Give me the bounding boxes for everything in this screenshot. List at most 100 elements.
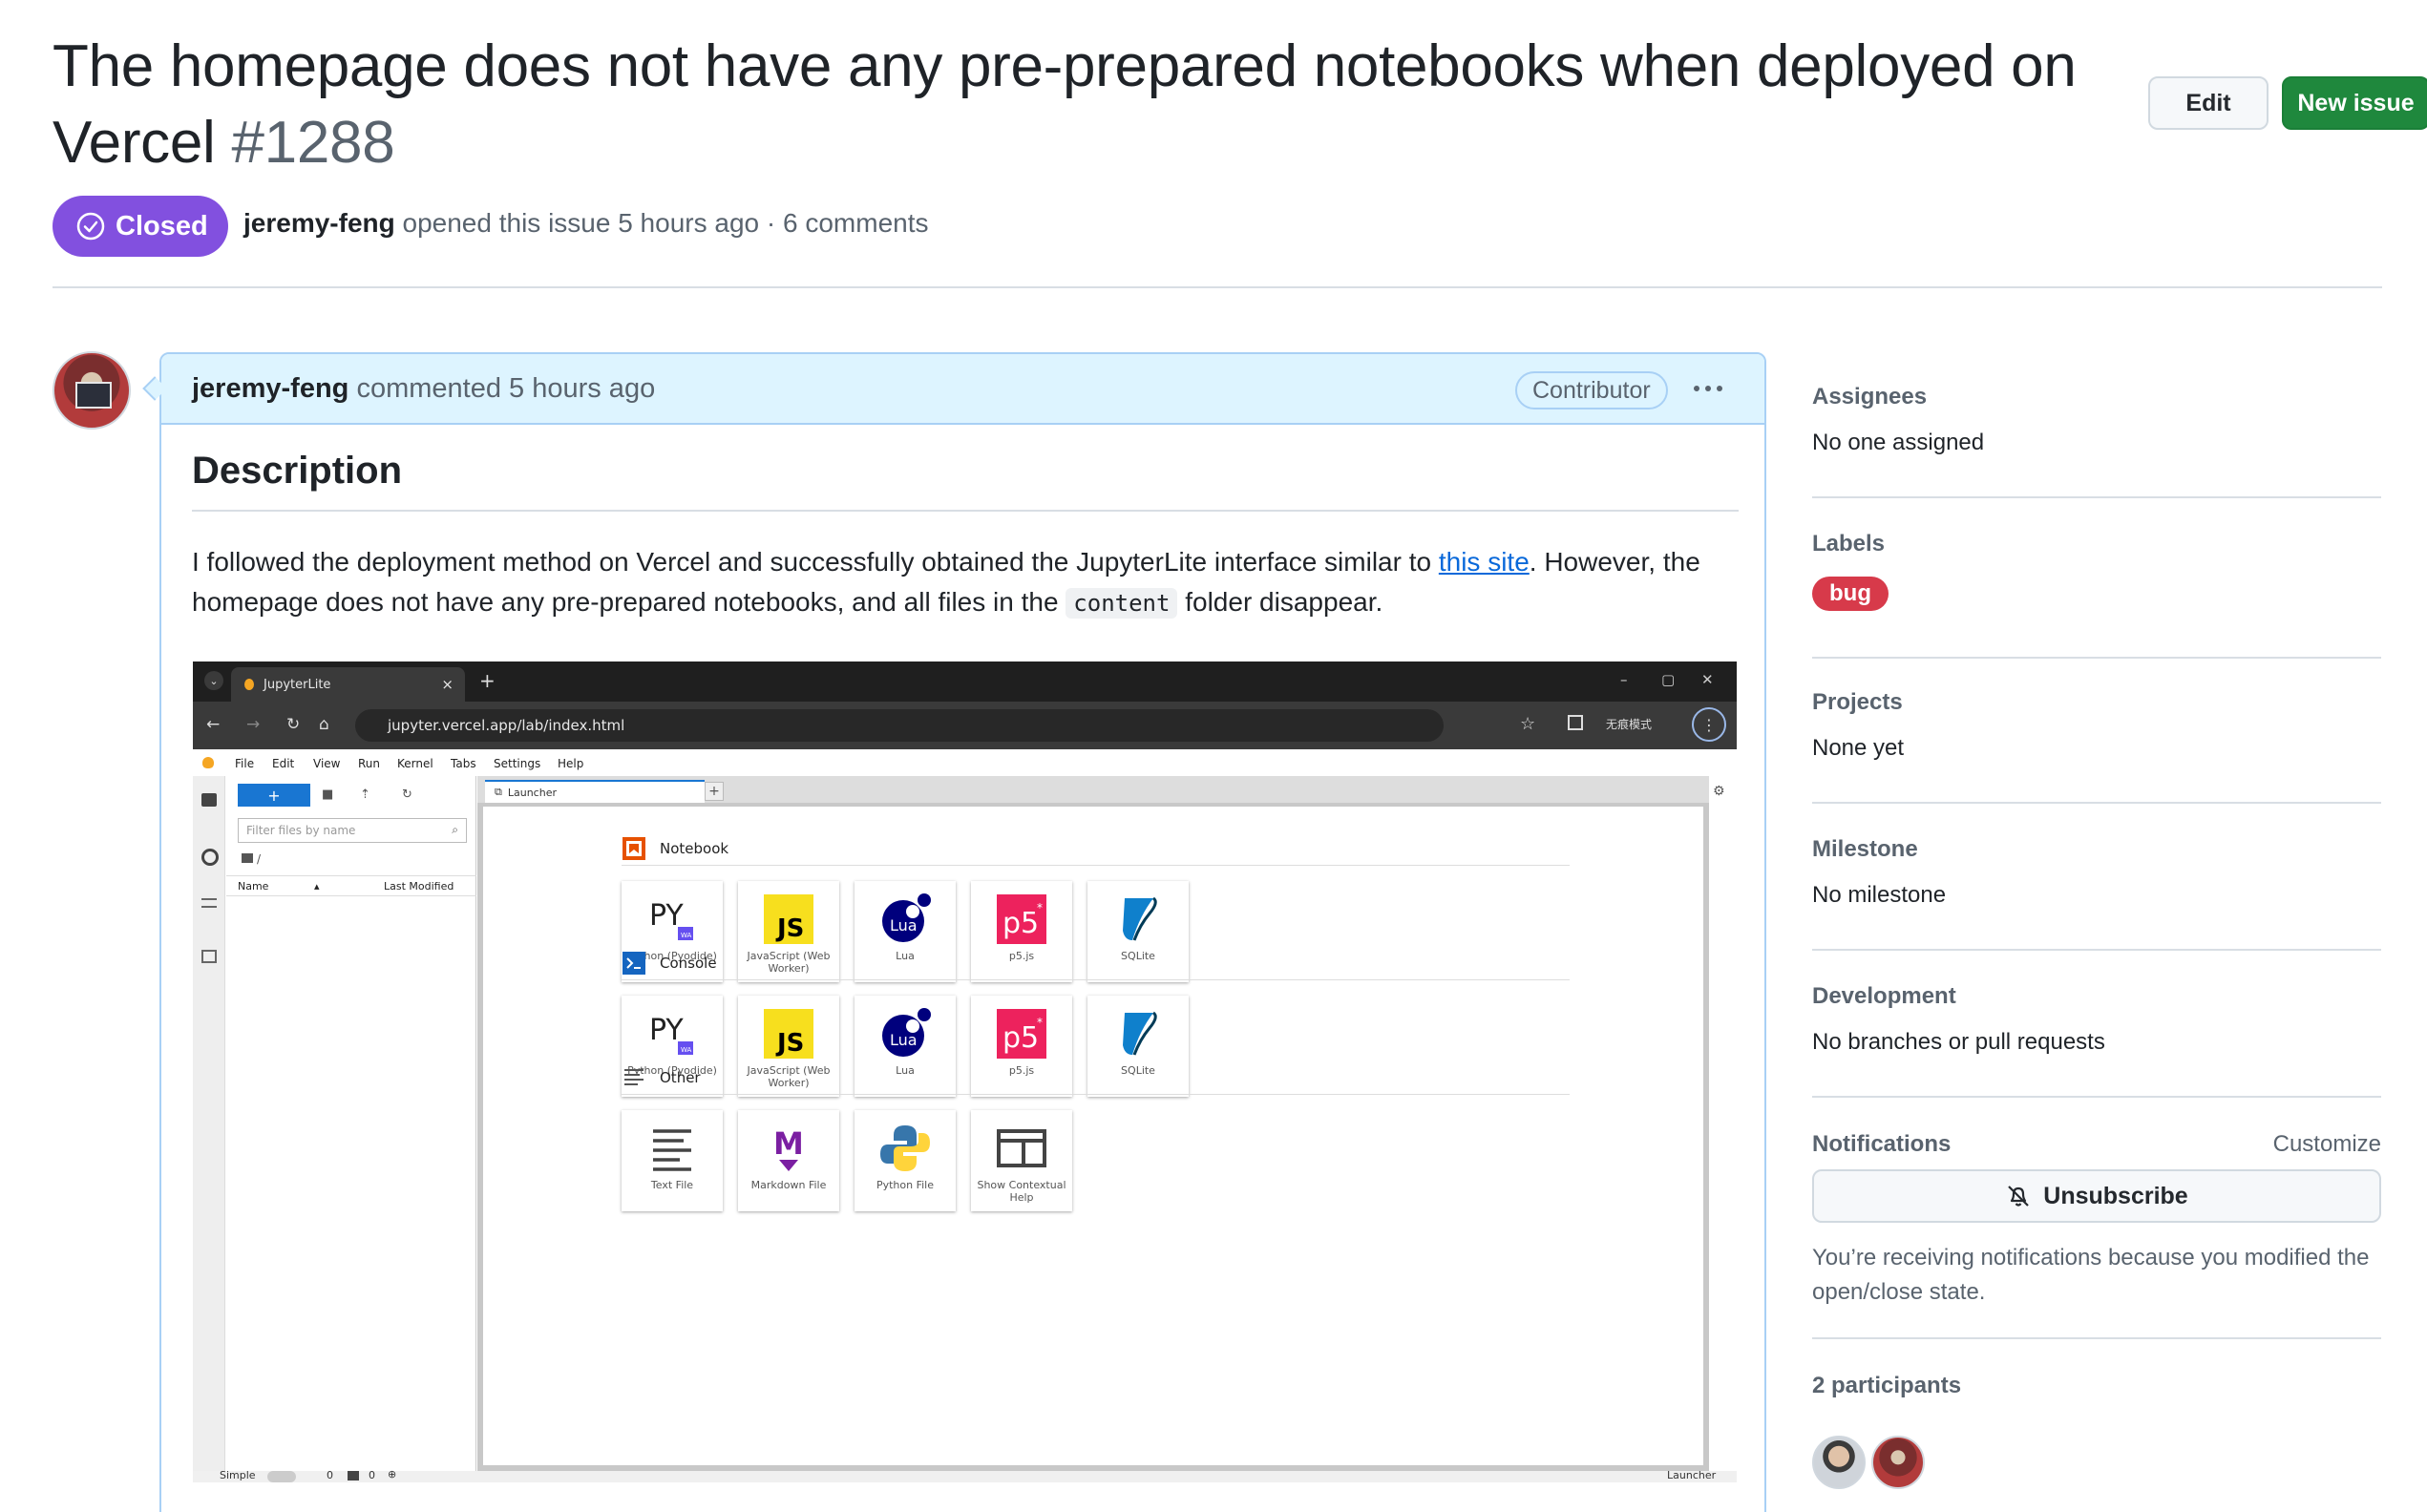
section-header: Notebook — [622, 831, 1570, 866]
launcher-section-other: Other Text File M Markdown File Python Fi… — [622, 1060, 1570, 1211]
comment-meta[interactable]: commented 5 hours ago — [356, 373, 655, 404]
launcher-card: Show Contextual Help — [971, 1110, 1072, 1211]
console-section-icon — [622, 951, 646, 976]
section-header: Other — [622, 1060, 1570, 1095]
p5js-logo-icon: p5 * — [993, 891, 1050, 948]
issue-title: The homepage does not have any pre-prepa… — [53, 29, 2105, 181]
sidebar-projects: Projects None yet — [1812, 689, 2381, 804]
customize-link[interactable]: Customize — [2273, 1131, 2381, 1158]
new-folder-icon: ■ — [322, 788, 334, 802]
comment-body: Description I followed the deployment me… — [192, 450, 1739, 623]
edit-button[interactable]: Edit — [2148, 76, 2269, 130]
notification-reason: You’re receiving notifications because y… — [1812, 1245, 2370, 1305]
comment-author-avatar[interactable] — [53, 351, 131, 430]
section-title: Console — [660, 954, 717, 972]
sqlite-logo-icon — [1109, 891, 1167, 948]
status-zero-2: 0 — [369, 1469, 375, 1481]
labels-title[interactable]: Labels — [1812, 531, 2381, 557]
svg-text:Lua: Lua — [890, 1031, 918, 1049]
issue-opened-text: opened this issue 5 hours ago — [402, 208, 760, 238]
milestone-value: No milestone — [1812, 882, 1947, 908]
jupyterlite-favicon-icon — [244, 679, 254, 690]
comment-header: jeremy-feng commented 5 hours ago Contri… — [161, 354, 1764, 425]
menu-help: Help — [558, 757, 584, 770]
folder-icon — [201, 793, 217, 807]
tab-list-chevron-icon: ⌄ — [204, 671, 223, 690]
svg-text:JS: JS — [775, 1029, 804, 1058]
sidebar-milestone: Milestone No milestone — [1812, 836, 2381, 951]
back-arrow-icon: ← — [206, 715, 221, 734]
breadcrumb-root: / — [257, 852, 262, 866]
svg-text:WA: WA — [681, 932, 692, 939]
issue-header: The homepage does not have any pre-prepa… — [53, 29, 2427, 288]
toc-icon — [201, 898, 217, 908]
status-zero-1: 0 — [327, 1469, 333, 1481]
launcher-section-console: Console PY WA Python (Pyodide) JS JavaScrip… — [622, 946, 1570, 1097]
launcher-tab-icon: ⧉ — [495, 786, 502, 798]
file-browser: + ■ ⇡ ↻ Filter files by name ⌕ / Name ▴ L… — [226, 776, 476, 1471]
jupyter-main-area: ⧉ Launcher + Notebook PY WA Python (Pyodide… — [477, 776, 1709, 1471]
svg-text:JS: JS — [775, 914, 804, 943]
url-text: jupyter.vercel.app/lab/index.html — [388, 717, 625, 734]
this-site-link[interactable]: this site — [1439, 547, 1530, 577]
projects-value: None yet — [1812, 735, 1905, 761]
url-field: jupyter.vercel.app/lab/index.html — [355, 709, 1444, 742]
sidebar-assignees: Assignees No one assigned — [1812, 384, 2381, 498]
home-icon: ⌂ — [319, 715, 329, 734]
javascript-logo-icon: JS — [760, 1005, 817, 1062]
python-file-icon — [876, 1120, 934, 1177]
check-circle-icon — [76, 212, 105, 241]
sidebar-notifications: Notifications Customize Unsubscribe You’… — [1812, 1131, 2381, 1339]
issue-meta: jeremy-feng opened this issue 5 hours ag… — [243, 208, 929, 239]
development-title[interactable]: Development — [1812, 983, 2381, 1010]
desc-text-3: folder disappear. — [1177, 587, 1383, 617]
launcher-tab: ⧉ Launcher — [485, 780, 705, 803]
svg-text:Lua: Lua — [890, 916, 918, 934]
reload-icon: ↻ — [286, 715, 301, 734]
sidebar-development: Development No branches or pull requests — [1812, 983, 2381, 1098]
participant-avatar-1[interactable] — [1812, 1436, 1866, 1489]
issue-author-link[interactable]: jeremy-feng — [243, 208, 395, 238]
p5js-logo-icon: p5 * — [993, 1005, 1050, 1062]
contextual-help-icon — [993, 1120, 1050, 1177]
label-bug[interactable]: bug — [1812, 577, 1889, 611]
simple-toggle — [267, 1471, 296, 1482]
sqlite-logo-icon — [1109, 1005, 1167, 1062]
other-section-icon — [622, 1065, 646, 1090]
new-issue-button[interactable]: New issue — [2282, 76, 2427, 130]
milestone-title[interactable]: Milestone — [1812, 836, 2381, 863]
search-icon: ⌕ — [452, 823, 458, 836]
property-inspector-gear-icon: ⚙ — [1713, 784, 1725, 799]
launcher-card: M Markdown File — [738, 1110, 839, 1211]
embedded-screenshot[interactable]: ⌄ JupyterLite × + – ▢ ✕ ← → ↻ ⌂ jupyter.… — [193, 662, 1737, 1482]
menu-edit: Edit — [272, 757, 295, 770]
text-file-icon — [644, 1120, 701, 1177]
extensions-icon — [201, 950, 217, 963]
comments-count: 6 comments — [783, 208, 929, 238]
card-label: Markdown File — [750, 1179, 827, 1191]
status-simple: Simple — [220, 1469, 256, 1481]
svg-text:*: * — [1037, 901, 1043, 914]
menu-file: File — [235, 757, 255, 770]
pyodide-logo-icon: PY WA — [644, 891, 701, 948]
unsubscribe-button[interactable]: Unsubscribe — [1812, 1169, 2381, 1223]
unsubscribe-label: Unsubscribe — [2043, 1182, 2188, 1209]
menu-tabs: Tabs — [451, 757, 476, 770]
participant-avatar-2[interactable] — [1871, 1436, 1925, 1489]
content-code: content — [1066, 588, 1178, 619]
issue-number: #1288 — [231, 110, 395, 176]
new-tab-plus-icon: + — [479, 669, 496, 692]
comment-box: jeremy-feng commented 5 hours ago Contri… — [159, 352, 1766, 1512]
browser-tab-title: JupyterLite — [264, 677, 331, 692]
section-title: Notebook — [660, 839, 729, 857]
markdown-file-icon: M — [760, 1120, 817, 1177]
add-tab-icon: + — [705, 782, 724, 801]
comment-author-link[interactable]: jeremy-feng — [192, 373, 348, 404]
description-text: I followed the deployment method on Verc… — [192, 542, 1739, 623]
projects-title[interactable]: Projects — [1812, 689, 2381, 716]
bell-slash-icon — [2008, 1186, 2030, 1207]
forward-arrow-icon: → — [246, 715, 261, 734]
assignees-title[interactable]: Assignees — [1812, 384, 2381, 410]
comment-options-kebab-icon[interactable] — [1689, 369, 1727, 408]
notebook-section-icon — [622, 836, 646, 861]
